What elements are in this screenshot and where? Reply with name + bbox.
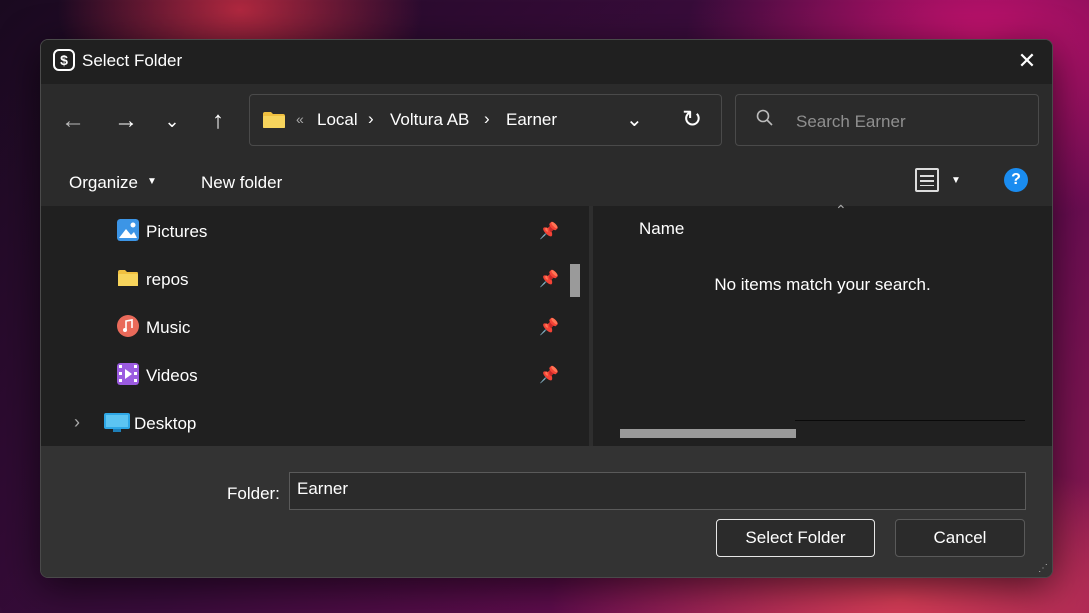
navigation-pane-scrollbar[interactable]	[570, 264, 580, 297]
nav-item-repos[interactable]: repos 📌	[41, 259, 589, 299]
caret-down-icon: ▼	[147, 176, 157, 187]
cancel-button[interactable]: Cancel	[895, 519, 1025, 557]
folder-name-input[interactable]	[289, 472, 1026, 510]
chevron-down-icon: ⌄	[164, 110, 180, 131]
nav-item-label: repos	[146, 270, 189, 289]
select-folder-button[interactable]: Select Folder	[716, 519, 875, 557]
recent-locations-button[interactable]: ⌄	[154, 103, 190, 139]
pin-icon[interactable]: 📌	[539, 365, 559, 385]
arrow-left-icon: ←	[61, 107, 85, 134]
nav-item-label: Videos	[146, 366, 198, 385]
pictures-icon	[117, 219, 139, 241]
help-icon[interactable]: ?	[1004, 168, 1028, 192]
arrow-up-icon: ↑	[212, 107, 224, 134]
divider	[795, 420, 1025, 421]
file-list: ⌃ Name No items match your search.	[593, 202, 1052, 446]
folder-icon	[263, 112, 285, 128]
nav-item-videos[interactable]: Videos 📌	[41, 355, 589, 395]
folder-icon	[118, 270, 138, 286]
window-title: Select Folder	[82, 51, 183, 70]
nav-item-music[interactable]: Music 📌	[41, 307, 589, 347]
back-button[interactable]: ←	[55, 103, 91, 139]
breadcrumb-separator-icon[interactable]: ›	[368, 109, 374, 129]
pin-icon[interactable]: 📌	[539, 269, 559, 289]
resize-grip-icon[interactable]: ⋰	[1038, 563, 1048, 574]
breadcrumb-earner[interactable]: Earner	[506, 110, 557, 130]
nav-item-label: Pictures	[146, 222, 208, 241]
up-button[interactable]: ↑	[200, 103, 236, 139]
music-icon	[117, 315, 139, 337]
breadcrumb-voltura-ab[interactable]: Voltura AB	[390, 110, 469, 130]
title-bar: $ Select Folder ✕	[41, 40, 1052, 84]
pin-icon[interactable]: 📌	[539, 317, 559, 337]
breadcrumb-separator-icon[interactable]: ›	[484, 109, 490, 129]
select-folder-dialog: $ Select Folder ✕ ← → ⌄ ↑ « Local › Volt…	[40, 39, 1053, 578]
command-bar: Organize ▼ New folder ▼ ?	[41, 156, 1052, 206]
search-box[interactable]: Search Earner	[735, 94, 1039, 146]
videos-icon	[117, 363, 139, 385]
app-icon: $	[53, 49, 75, 71]
overflow-chevron-icon[interactable]: «	[296, 111, 304, 127]
nav-item-pictures[interactable]: Pictures 📌	[41, 211, 589, 251]
nav-item-label: Music	[146, 318, 191, 337]
new-folder-button[interactable]: New folder	[201, 173, 282, 193]
arrow-right-icon: →	[114, 107, 138, 134]
dialog-footer: Folder: Select Folder Cancel ⋰	[41, 446, 1052, 577]
view-options-icon[interactable]	[915, 168, 939, 192]
nav-item-desktop[interactable]: › Desktop	[41, 403, 589, 443]
column-header-name[interactable]: Name	[639, 219, 684, 239]
refresh-icon[interactable]: ↻	[682, 105, 702, 134]
address-dropdown-icon[interactable]: ⌄	[626, 107, 643, 132]
navigation-bar: ← → ⌄ ↑ « Local › Voltura AB › Earner ⌄ …	[41, 84, 1052, 156]
close-icon: ✕	[1017, 48, 1037, 73]
horizontal-scrollbar[interactable]	[620, 429, 796, 438]
organize-button[interactable]: Organize	[69, 173, 138, 193]
pin-icon[interactable]: 📌	[539, 221, 559, 241]
desktop-icon	[104, 413, 130, 432]
empty-state-message: No items match your search.	[714, 275, 931, 294]
address-bar[interactable]: « Local › Voltura AB › Earner ⌄ ↻	[249, 94, 722, 146]
breadcrumb-local[interactable]: Local	[317, 110, 358, 130]
navigation-pane: Pictures 📌 repos 📌 Music 📌 Videos 📌 › De…	[41, 206, 589, 446]
search-icon	[756, 109, 773, 126]
folder-label: Folder:	[227, 484, 280, 503]
sort-ascending-icon: ⌃	[835, 202, 847, 218]
nav-item-label: Desktop	[134, 414, 197, 433]
close-button[interactable]: ✕	[1009, 46, 1045, 76]
forward-button[interactable]: →	[108, 103, 144, 139]
chevron-right-icon[interactable]: ›	[74, 412, 80, 433]
search-input[interactable]: Search Earner	[796, 112, 906, 132]
caret-down-icon[interactable]: ▼	[951, 175, 961, 186]
